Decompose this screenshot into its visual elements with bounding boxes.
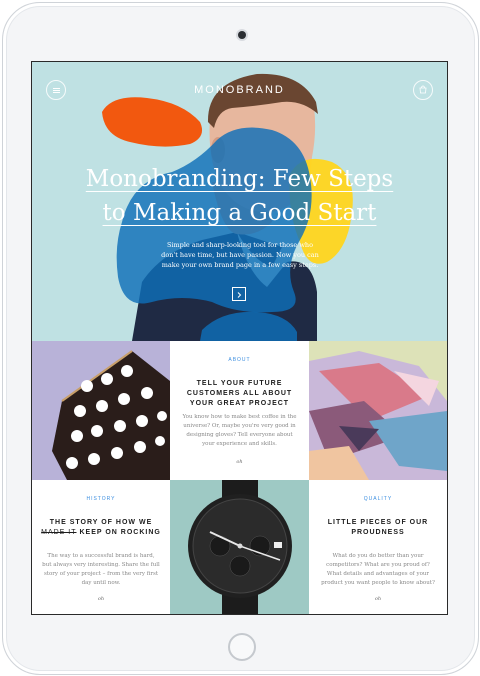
history-label: HISTORY	[86, 496, 116, 502]
about-signature: oh	[236, 459, 243, 465]
history-title-strike: MADE IT	[41, 529, 77, 536]
wallet-image	[32, 341, 170, 480]
home-button[interactable]	[228, 633, 256, 661]
cart-icon	[419, 85, 427, 94]
about-label: ABOUT	[228, 357, 251, 363]
history-title: THE STORY OF HOW WE MADE IT KEEP ON ROCK…	[38, 518, 164, 538]
quality-card[interactable]: QUALITY LITTLE PIECES OF OUR PROUDNESS W…	[309, 480, 447, 614]
hero-section: MONOBRAND Monobranding: Few Steps to Mak…	[32, 62, 447, 341]
quality-label: QUALITY	[363, 496, 393, 502]
quality-text: What do you do better than your competit…	[321, 553, 435, 586]
chevron-right-icon	[237, 292, 242, 298]
about-title: TELL YOUR FUTURE CUSTOMERS ALL ABOUT YOU…	[186, 380, 293, 407]
hero-title-line2: to Making a Good Start	[102, 200, 377, 226]
history-card[interactable]: HISTORY THE STORY OF HOW WE MADE IT KEEP…	[32, 480, 170, 614]
feature-grid: ABOUT TELL YOUR FUTURE CUSTOMERS ALL ABO…	[32, 341, 447, 614]
about-card[interactable]: ABOUT TELL YOUR FUTURE CUSTOMERS ALL ABO…	[170, 341, 309, 480]
screen: MONOBRAND Monobranding: Few Steps to Mak…	[31, 61, 448, 615]
hero-title-line1: Monobranding: Few Steps	[85, 166, 394, 192]
about-text: You know how to make best coffee in the …	[182, 414, 297, 447]
history-title-start: THE STORY OF HOW WE	[49, 519, 153, 526]
quality-title: LITTLE PIECES OF OUR PROUDNESS	[327, 519, 429, 536]
fabric-image	[309, 341, 447, 480]
cart-button[interactable]	[413, 80, 433, 100]
hero-next-button[interactable]	[232, 287, 246, 301]
history-title-end: KEEP ON ROCKING	[79, 529, 161, 536]
history-text: The way to a successful brand is hard, b…	[42, 553, 160, 586]
quality-signature: oh	[374, 596, 382, 602]
hero-description: Simple and sharp-looking tool for those …	[161, 241, 319, 269]
camera-icon	[238, 31, 246, 39]
watch-image	[170, 480, 309, 614]
hero-title: Monobranding: Few Steps to Making a Good…	[72, 162, 407, 230]
history-signature: oh	[97, 596, 105, 602]
brand-logo[interactable]: MONOBRAND	[32, 84, 447, 96]
